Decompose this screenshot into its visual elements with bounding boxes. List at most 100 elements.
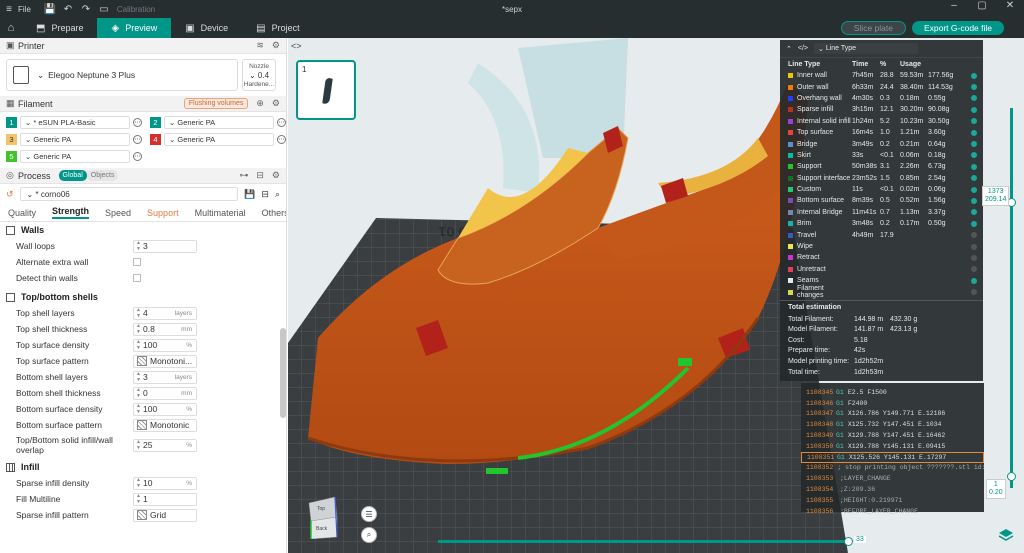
redo-icon[interactable]: ↷ bbox=[77, 4, 95, 15]
visibility-icon[interactable] bbox=[971, 175, 977, 182]
top-surface-pattern-select[interactable]: Monotoni... bbox=[133, 354, 197, 368]
bottom-shell-layers-input[interactable]: ▲ ▼ 3 layers bbox=[133, 370, 197, 384]
gcode-line[interactable]: 1108356 ;BEFORE_LAYER_CHANGE bbox=[801, 506, 984, 517]
legend-row[interactable]: Travel 4h49m 17.9 bbox=[780, 229, 983, 240]
bottom-shell-thickness-input[interactable]: ▲ ▼ 0 mm bbox=[133, 386, 197, 400]
process-settings-icon[interactable]: ⚙ bbox=[272, 170, 280, 181]
filament-edit-icon[interactable]: ⋯ bbox=[277, 134, 286, 144]
visibility-icon[interactable] bbox=[971, 254, 977, 261]
visibility-icon[interactable] bbox=[971, 243, 977, 250]
visibility-icon[interactable] bbox=[971, 209, 977, 216]
legend-row[interactable]: Support 50m38s 3.1 2.26m 6.73g bbox=[780, 161, 983, 172]
legend-row[interactable]: Bottom surface 8m39s 0.5 0.52m 1.56g bbox=[780, 195, 983, 206]
tab-device[interactable]: ▣ Device bbox=[171, 18, 242, 38]
app-menu-icon[interactable]: ≡ bbox=[0, 4, 18, 15]
gcode-line[interactable]: 1108349 G1 X129.788 Y147.451 E.16462 bbox=[801, 430, 984, 441]
visibility-icon[interactable] bbox=[971, 141, 977, 148]
stepper-icon[interactable]: ▲ ▼ bbox=[134, 240, 143, 252]
gcode-line[interactable]: 1108354 ;Z:209.36 bbox=[801, 484, 984, 495]
filament-edit-icon[interactable]: ⋯ bbox=[133, 151, 142, 161]
undo-icon[interactable]: ↶ bbox=[59, 4, 77, 15]
fill-multiline-input[interactable]: ▲ ▼ 1 bbox=[133, 492, 197, 506]
alternate-extra-wall-checkbox[interactable] bbox=[133, 258, 141, 266]
legend-row[interactable]: Skirt 33s <0.1 0.06m 0.18g bbox=[780, 150, 983, 161]
visibility-icon[interactable] bbox=[971, 220, 977, 227]
stepper-icon[interactable]: ▲ ▼ bbox=[134, 387, 143, 399]
collapse-sidebar-icon[interactable]: <> bbox=[291, 41, 302, 51]
global-toggle[interactable]: Global bbox=[58, 170, 87, 181]
filament-number[interactable]: 3 bbox=[6, 133, 17, 145]
stepper-icon[interactable]: ▲ ▼ bbox=[134, 477, 143, 489]
save-preset-icon[interactable]: 💾 bbox=[244, 189, 255, 200]
filament-settings-icon[interactable]: ⚙ bbox=[272, 98, 280, 109]
subtab-quality[interactable]: Quality bbox=[8, 208, 36, 218]
stepper-icon[interactable]: ▲ ▼ bbox=[134, 493, 143, 505]
stepper-icon[interactable]: ▲ ▼ bbox=[134, 439, 143, 451]
detect-thin-walls-checkbox[interactable] bbox=[133, 274, 141, 282]
subtab-strength[interactable]: Strength bbox=[52, 206, 90, 219]
menu-button[interactable]: ☰ bbox=[361, 506, 377, 522]
move-slider-handle[interactable] bbox=[844, 537, 853, 546]
filament-number[interactable]: 4 bbox=[150, 133, 161, 145]
subtab-support[interactable]: Support bbox=[147, 208, 179, 218]
gcode-line[interactable]: 1108348 G1 X125.732 Y147.451 E.1034 bbox=[801, 419, 984, 430]
legend-row[interactable]: Internal Bridge 11m41s 0.7 1.13m 3.37g bbox=[780, 207, 983, 218]
stepper-icon[interactable]: ▲ ▼ bbox=[134, 323, 143, 335]
objects-toggle[interactable]: Objects bbox=[86, 170, 119, 181]
settings-icon[interactable]: ⚙ bbox=[272, 40, 280, 51]
gcode-line[interactable]: 1108355 ;HEIGHT:0.219971 bbox=[801, 495, 984, 506]
stepper-icon[interactable]: ▲ ▼ bbox=[134, 403, 143, 415]
legend-row[interactable]: Filament changes bbox=[780, 285, 983, 299]
visibility-icon[interactable] bbox=[971, 277, 977, 284]
filament-edit-icon[interactable]: ⋯ bbox=[133, 117, 142, 127]
compare-icon[interactable]: ⊟ bbox=[256, 170, 264, 181]
gcode-line[interactable]: 1108352; stop printing object ???????.st… bbox=[801, 463, 984, 474]
nozzle-select[interactable]: Nozzle ⌄ 0.4 Hardene... bbox=[242, 59, 276, 91]
close-icon[interactable]: ✕ bbox=[996, 0, 1024, 11]
tab-project[interactable]: ▤ Project bbox=[242, 18, 313, 38]
subtab-multimaterial[interactable]: Multimaterial bbox=[195, 208, 246, 218]
tab-preview[interactable]: ◈ Preview bbox=[97, 18, 172, 38]
visibility-icon[interactable] bbox=[971, 266, 977, 273]
filament-select[interactable]: ⌄ Generic PA bbox=[20, 149, 130, 163]
legend-row[interactable]: Bridge 3m49s 0.2 0.21m 0.64g bbox=[780, 138, 983, 149]
move-slider-track[interactable] bbox=[438, 540, 848, 543]
wifi-icon[interactable]: ≋ bbox=[256, 40, 264, 51]
plate-thumbnail[interactable]: 1 bbox=[296, 60, 356, 120]
overlap-input[interactable]: ▲ ▼ 25% bbox=[133, 438, 197, 452]
visibility-icon[interactable] bbox=[971, 118, 977, 125]
stepper-icon[interactable]: ▲ ▼ bbox=[134, 307, 143, 319]
visibility-icon[interactable] bbox=[971, 289, 977, 296]
printer-select[interactable]: ⌄ Elegoo Neptune 3 Plus bbox=[6, 59, 238, 91]
bottom-surface-pattern-select[interactable]: Monotonic bbox=[133, 418, 197, 432]
visibility-icon[interactable] bbox=[971, 106, 977, 113]
view-cube[interactable]: Top Back bbox=[307, 495, 339, 539]
visibility-icon[interactable] bbox=[971, 163, 977, 170]
filament-number[interactable]: 2 bbox=[150, 116, 161, 128]
gcode-line[interactable]: 1108346 G1 F2400 bbox=[801, 398, 984, 409]
filament-select[interactable]: ⌄ Generic PA bbox=[164, 115, 274, 129]
top-shell-thickness-input[interactable]: ▲ ▼ 0.8 mm bbox=[133, 322, 197, 336]
legend-row[interactable]: Internal solid infill 1h24m 5.2 10.23m 30.50… bbox=[780, 116, 983, 127]
view-type-select[interactable]: ⌄ Line Type bbox=[814, 43, 918, 54]
export-gcode-button[interactable]: Export G-code file bbox=[911, 21, 1004, 35]
legend-row[interactable]: Overhang wall 4m30s 0.3 0.18m 0.55g bbox=[780, 93, 983, 104]
subtab-speed[interactable]: Speed bbox=[105, 208, 131, 218]
layers-icon[interactable] bbox=[998, 527, 1014, 543]
flushing-volumes-button[interactable]: Flushing volumes bbox=[183, 98, 249, 109]
tab-prepare[interactable]: ⬒ Prepare bbox=[22, 18, 97, 38]
visibility-icon[interactable] bbox=[971, 152, 977, 159]
bottom-surface-density-input[interactable]: ▲ ▼ 100% bbox=[133, 402, 197, 416]
legend-row[interactable]: Inner wall 7h45m 28.8 59.53m 177.56g bbox=[780, 70, 983, 81]
calibration-menu[interactable]: Calibration bbox=[117, 5, 155, 14]
minimize-icon[interactable]: – bbox=[940, 0, 968, 11]
settings-scrollbar[interactable] bbox=[280, 328, 286, 418]
wall-loops-input[interactable]: ▲ ▼ 3 bbox=[133, 239, 197, 253]
filament-edit-icon[interactable]: ⋯ bbox=[133, 134, 142, 144]
sparse-infill-density-input[interactable]: ▲ ▼ 10% bbox=[133, 476, 197, 490]
visibility-icon[interactable] bbox=[971, 232, 977, 239]
delete-preset-icon[interactable]: ⊟ bbox=[261, 189, 269, 200]
legend-row[interactable]: Wipe bbox=[780, 241, 983, 252]
gcode-viewer[interactable]: 1108345 G1 E2.5 F1500 1108346 G1 F2400 1108347… bbox=[801, 383, 984, 515]
subtab-others[interactable]: Others bbox=[262, 208, 286, 218]
